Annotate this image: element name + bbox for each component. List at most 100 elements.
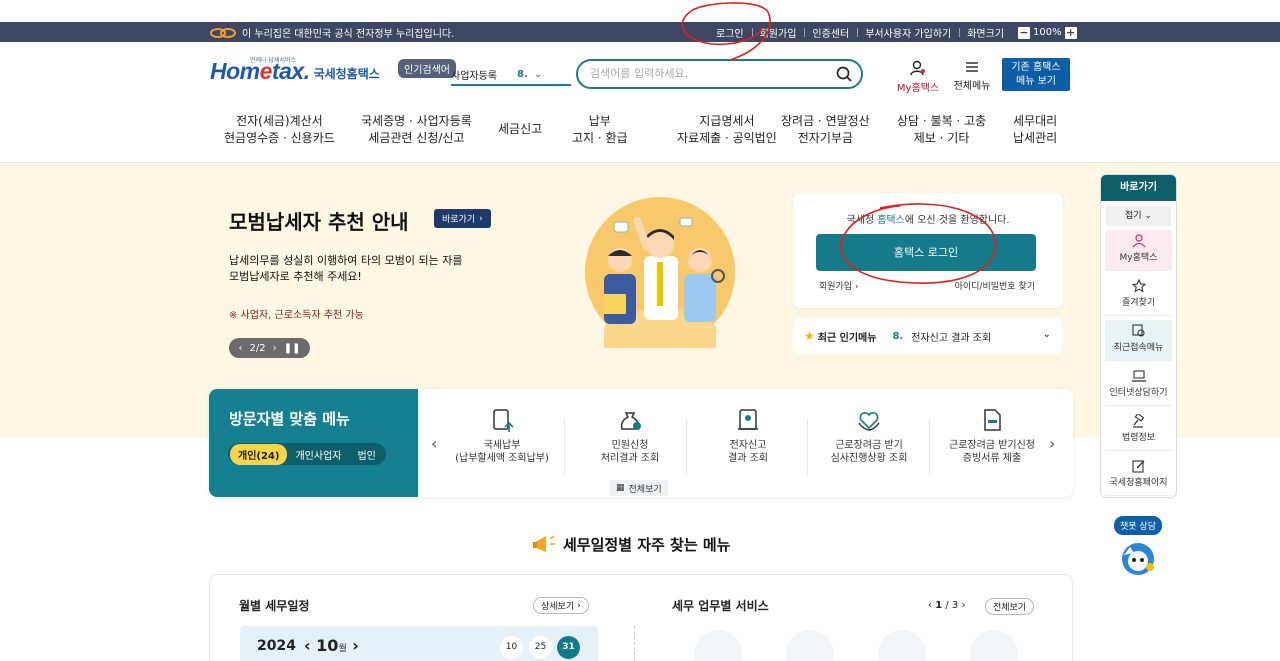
- service-next-icon[interactable]: ›: [961, 600, 965, 611]
- service-all-view-button[interactable]: 전체보기: [985, 598, 1035, 615]
- visitor-item-l2: 증빙서류 제출: [962, 453, 1022, 464]
- search-icon[interactable]: [836, 66, 852, 82]
- gov-notice: 이 누리집은 대한민국 공식 전자정부 누리집입니다.: [210, 25, 454, 40]
- visitor-prev-icon[interactable]: ‹: [431, 434, 437, 453]
- month-next-icon[interactable]: ›: [352, 636, 359, 655]
- chevron-right-icon: ›: [577, 600, 581, 611]
- quick-law-info[interactable]: 법령정보: [1105, 410, 1172, 451]
- quick-menu: 바로가기 접기 ⌄ My홈택스 즐겨찾기 최근접속메뉴 인터넷상담하기 법령정보…: [1100, 174, 1177, 498]
- quick-fold-button[interactable]: 접기 ⌄: [1106, 206, 1171, 226]
- my-hometax-button[interactable]: My홈택스: [893, 60, 943, 94]
- zoom-out-button[interactable]: −: [1018, 26, 1031, 39]
- visitor-item-l1: 전자신고: [729, 440, 767, 451]
- visitor-item-e-report[interactable]: 전자신고 결과 조회: [687, 407, 809, 465]
- hero-shortcut-button[interactable]: 바로가기 ›: [434, 209, 491, 228]
- visitor-item-l2: (납부할세액 조회납부): [455, 453, 549, 464]
- global-nav: 전자(세금)계산서 현금영수증 · 신용카드 국세증명 · 사업자등록 세금관련 신…: [210, 113, 1070, 153]
- quick-item-label: 국세청홈페이지: [1109, 478, 1168, 488]
- visitor-item-eitc-status[interactable]: 근로장려금 받기 심사진행상황 조회: [808, 407, 930, 465]
- util-cert-link[interactable]: 인증센터: [804, 25, 857, 40]
- pager-prev-icon[interactable]: ‹: [239, 343, 243, 354]
- popular-search-pill: 인기검색어: [398, 59, 456, 78]
- gnb-tax-report-l1: 세금신고: [498, 122, 543, 136]
- gnb-e-invoice[interactable]: 전자(세금)계산서 현금영수증 · 신용카드: [224, 113, 335, 147]
- util-dept-join-link[interactable]: 부서사용자 가입하기: [857, 25, 959, 40]
- welcome-highlight: 홈택스: [877, 215, 905, 226]
- schedule-section-heading: 세무일정별 자주 찾는 메뉴: [531, 533, 730, 555]
- chatbot-consult[interactable]: 챗봇 상담: [1113, 514, 1163, 581]
- visitor-item-tax-payment[interactable]: 국세납부 (납부할세액 조회납부): [441, 407, 563, 465]
- calendar-year: 2024: [257, 638, 296, 654]
- document-upload-icon: [493, 409, 514, 432]
- month-prev-icon[interactable]: ‹: [304, 636, 311, 655]
- heart-hands-icon: [858, 411, 880, 431]
- schedule-day-chip-selected[interactable]: 31: [557, 636, 580, 659]
- chevron-right-icon: ›: [855, 282, 859, 292]
- visitor-item-eitc-proof[interactable]: 근로장려금 받기신청 증빙서류 제출: [931, 407, 1053, 465]
- tab-individual[interactable]: 개인(24): [230, 443, 288, 465]
- gnb-statement[interactable]: 지급명세서 자료제출 · 공익법인: [677, 113, 777, 147]
- visitor-item-l1: 국세납부: [483, 440, 521, 451]
- gnb-consult-l1: 상담 · 불복 · 고충: [897, 114, 987, 128]
- gnb-tax-agent-l1: 세무대리: [1013, 114, 1058, 128]
- gnb-payment-l1: 납부: [588, 114, 611, 128]
- pager-pause-icon[interactable]: ❚❚: [284, 343, 301, 354]
- hometax-login-button[interactable]: 홈택스 로그인: [816, 234, 1036, 271]
- fold-label: 접기: [1125, 211, 1142, 221]
- quick-internet-consult[interactable]: 인터넷상담하기: [1105, 365, 1172, 406]
- service-prev-icon[interactable]: ‹: [928, 600, 932, 611]
- quick-favorites[interactable]: 즐겨찾기: [1105, 275, 1172, 316]
- hero-pager: ‹ 2/2 › ❚❚: [229, 338, 310, 358]
- quick-my-hometax[interactable]: My홈택스: [1105, 230, 1172, 271]
- signup-label: 회원가입: [819, 282, 853, 292]
- popular-search-select[interactable]: 사업자등록 8. ⌄: [451, 64, 571, 86]
- pager-count: 2/2: [249, 342, 266, 354]
- quick-recent-menu[interactable]: 최근접속메뉴: [1105, 320, 1172, 361]
- pager-next-icon[interactable]: ›: [273, 343, 277, 354]
- util-login-link[interactable]: 로그인: [708, 25, 752, 40]
- gnb-tax-report[interactable]: 세금신고: [498, 121, 542, 138]
- gnb-certificate[interactable]: 국세증명 · 사업자등록 세금관련 신청/신고: [361, 113, 472, 147]
- gnb-incentive-l2: 전자기부금: [797, 131, 853, 145]
- chevron-down-icon: ⌄: [1144, 211, 1152, 221]
- gnb-consult[interactable]: 상담 · 불복 · 고충 제보 · 기타: [897, 113, 986, 147]
- schedule-detail-button[interactable]: 상세보기 ›: [533, 597, 589, 614]
- old-menu-view-button[interactable]: 기존 홈택스 메뉴 보기: [1002, 58, 1070, 91]
- find-id-password-link[interactable]: 아이디/비밀번호 찾기: [955, 279, 1035, 292]
- schedule-day-chip[interactable]: 10: [500, 636, 523, 659]
- hometax-logo[interactable]: 언제나 납세서비스 Hometax. 국세청홈택스: [210, 57, 380, 85]
- gnb-tax-agent[interactable]: 세무대리 납세관리: [1013, 113, 1057, 147]
- quick-nts-homepage[interactable]: 국세청홈페이지: [1105, 455, 1172, 496]
- megaphone-icon: [533, 535, 555, 552]
- schedule-section-title: 세무일정별 자주 찾는 메뉴: [563, 535, 731, 554]
- gavel-icon: [1132, 414, 1144, 428]
- gnb-payment-l2: 고지 · 환급: [572, 131, 628, 145]
- chevron-down-icon[interactable]: ⌄: [1043, 329, 1051, 340]
- login-welcome: 국세청 홈택스에 오신 것을 환영합니다.: [793, 211, 1063, 226]
- util-join-link[interactable]: 회원가입: [751, 25, 805, 40]
- star-icon: ★: [804, 329, 815, 343]
- schedule-day-chip[interactable]: 25: [529, 636, 552, 659]
- visitor-menu-title: 방문자별 맞춤 메뉴: [229, 410, 350, 428]
- gnb-incentive[interactable]: 장려금 · 연말정산 전자기부금: [781, 113, 870, 147]
- old-view-line2: 메뉴 보기: [1016, 76, 1056, 87]
- zoom-in-button[interactable]: +: [1064, 26, 1077, 39]
- tab-sole-proprietor[interactable]: 개인사업자: [287, 444, 349, 465]
- chatbot-label: 챗봇 상담: [1114, 516, 1162, 535]
- welcome-post: 에 오신 것을 환영합니다.: [904, 215, 1010, 226]
- visitor-all-view-button[interactable]: ▦ 전체보기: [610, 480, 668, 496]
- recent-popular-menu[interactable]: ★ 최근 인기메뉴 8. 전자신고 결과 조회 ⌄: [793, 318, 1063, 354]
- hamburger-icon: [966, 62, 978, 72]
- edit-document-icon: [1131, 460, 1144, 473]
- search-input[interactable]: [590, 67, 830, 80]
- visitor-item-civil-request[interactable]: 민원신청 처리결과 조회: [569, 407, 691, 465]
- gnb-statement-l2: 자료제출 · 공익법인: [677, 131, 777, 145]
- all-menu-button[interactable]: 전체메뉴: [950, 60, 994, 92]
- popular-menu-rank: 8.: [892, 330, 904, 342]
- tab-corporation[interactable]: 법인: [349, 444, 383, 465]
- signup-link[interactable]: 회원가입 ›: [819, 279, 859, 292]
- service-pager: ‹ 1 / 3 ›: [928, 600, 965, 611]
- gnb-payment[interactable]: 납부고지 · 환급: [572, 113, 628, 147]
- card-divider: [634, 626, 635, 661]
- search-box: [576, 59, 863, 89]
